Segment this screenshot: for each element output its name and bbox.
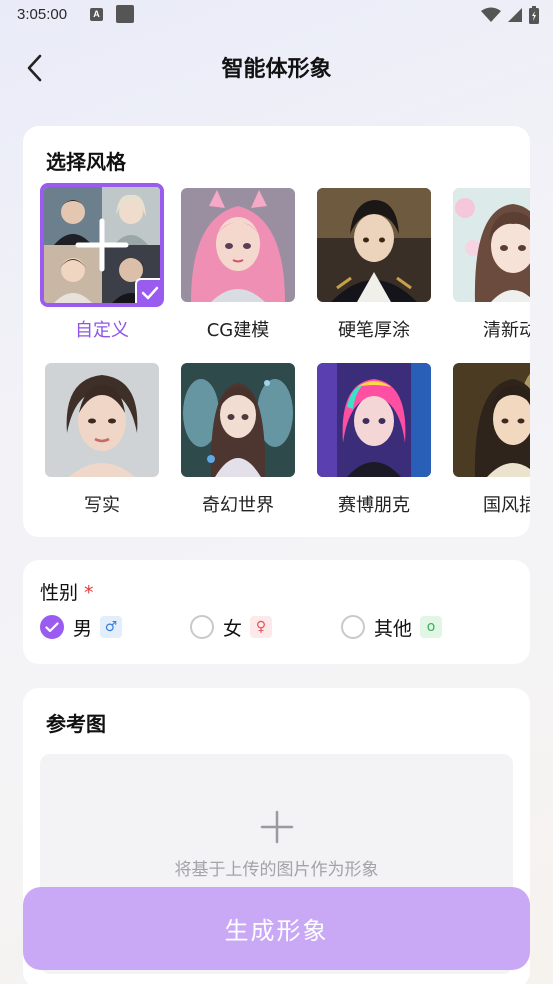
status-time: 3:05:00 (17, 6, 68, 23)
cg-style-image (181, 188, 295, 302)
radio-unchecked-icon (190, 615, 214, 639)
other-gender-symbol-icon: o (420, 616, 443, 638)
battery-icon (529, 6, 539, 24)
style-item-cg[interactable]: CG建模 (181, 188, 295, 348)
keyboard-a-icon: A (90, 8, 103, 21)
thick-paint-style-image (317, 188, 431, 302)
style-section-title: 选择风格 (46, 150, 126, 174)
style-label: 国风插 (483, 495, 530, 516)
style-label: CG建模 (206, 320, 270, 341)
reference-title: 参考图 (46, 712, 106, 736)
page-title: 智能体形象 (221, 57, 332, 82)
gender-title-text: 性别 (40, 582, 79, 604)
header: 智能体形象 (0, 34, 553, 100)
gender-title: 性别 * (40, 578, 94, 605)
fresh-anime-style-image (453, 188, 530, 302)
gender-card: 性别 * 男 ♂ 女 ♀ 其他 o (23, 560, 530, 664)
gender-label: 其他 (374, 617, 413, 640)
style-thumb-fresh-anime (453, 188, 530, 302)
upload-hint: 将基于上传的图片作为形象 (174, 860, 379, 880)
status-icons (481, 5, 539, 25)
style-thumb-realistic (45, 363, 159, 477)
style-item-fantasy[interactable]: 奇幻世界 (181, 363, 295, 523)
fantasy-style-image (181, 363, 295, 477)
cyberpunk-style-image (317, 363, 431, 477)
required-mark: * (84, 582, 94, 604)
style-item-chinese-style[interactable]: 国风插 (453, 363, 530, 523)
style-thumb-chinese-style (453, 363, 530, 477)
style-thumb-custom (40, 183, 164, 307)
style-label: 硬笔厚涂 (338, 320, 410, 341)
gender-label: 男 (73, 617, 93, 640)
style-thumb-fantasy (181, 363, 295, 477)
wifi-icon (481, 7, 501, 22)
signal-icon (508, 8, 522, 22)
style-item-realistic[interactable]: 写实 (45, 363, 159, 523)
style-label: 赛博朋克 (338, 495, 410, 516)
gender-option-other[interactable]: 其他 o (341, 613, 443, 641)
gender-label: 女 (223, 617, 243, 640)
style-item-fresh-anime[interactable]: 清新动 (453, 188, 530, 348)
gender-option-male[interactable]: 男 ♂ (40, 613, 123, 641)
style-thumb-cyberpunk (317, 363, 431, 477)
style-item-cyberpunk[interactable]: 赛博朋克 (317, 363, 431, 523)
generate-button[interactable]: 生成形象 (23, 887, 530, 970)
style-thumb-cg (181, 188, 295, 302)
realistic-style-image (45, 363, 159, 477)
style-label: 奇幻世界 (202, 495, 274, 516)
chinese-style-image (453, 363, 530, 477)
style-label: 清新动 (483, 320, 530, 341)
style-label: 写实 (84, 495, 120, 516)
style-item-thick-paint[interactable]: 硬笔厚涂 (317, 188, 431, 348)
style-label: 自定义 (75, 320, 129, 341)
selected-check-icon (135, 278, 160, 303)
male-symbol-icon: ♂ (100, 616, 123, 638)
upload-plus-icon (260, 810, 294, 844)
status-bar: 3:05:00 A (0, 0, 553, 34)
notification-square-icon (116, 5, 134, 23)
style-item-custom[interactable]: 自定义 (40, 183, 164, 348)
style-card: 选择风格 自定义 CG建模 硬笔厚涂 清新动 写实 奇幻世界 赛博朋克 国风插 (23, 126, 530, 537)
radio-checked-icon (40, 615, 64, 639)
style-thumb-thick-paint (317, 188, 431, 302)
radio-unchecked-icon (341, 615, 365, 639)
gender-option-female[interactable]: 女 ♀ (190, 613, 273, 641)
female-symbol-icon: ♀ (250, 616, 273, 638)
